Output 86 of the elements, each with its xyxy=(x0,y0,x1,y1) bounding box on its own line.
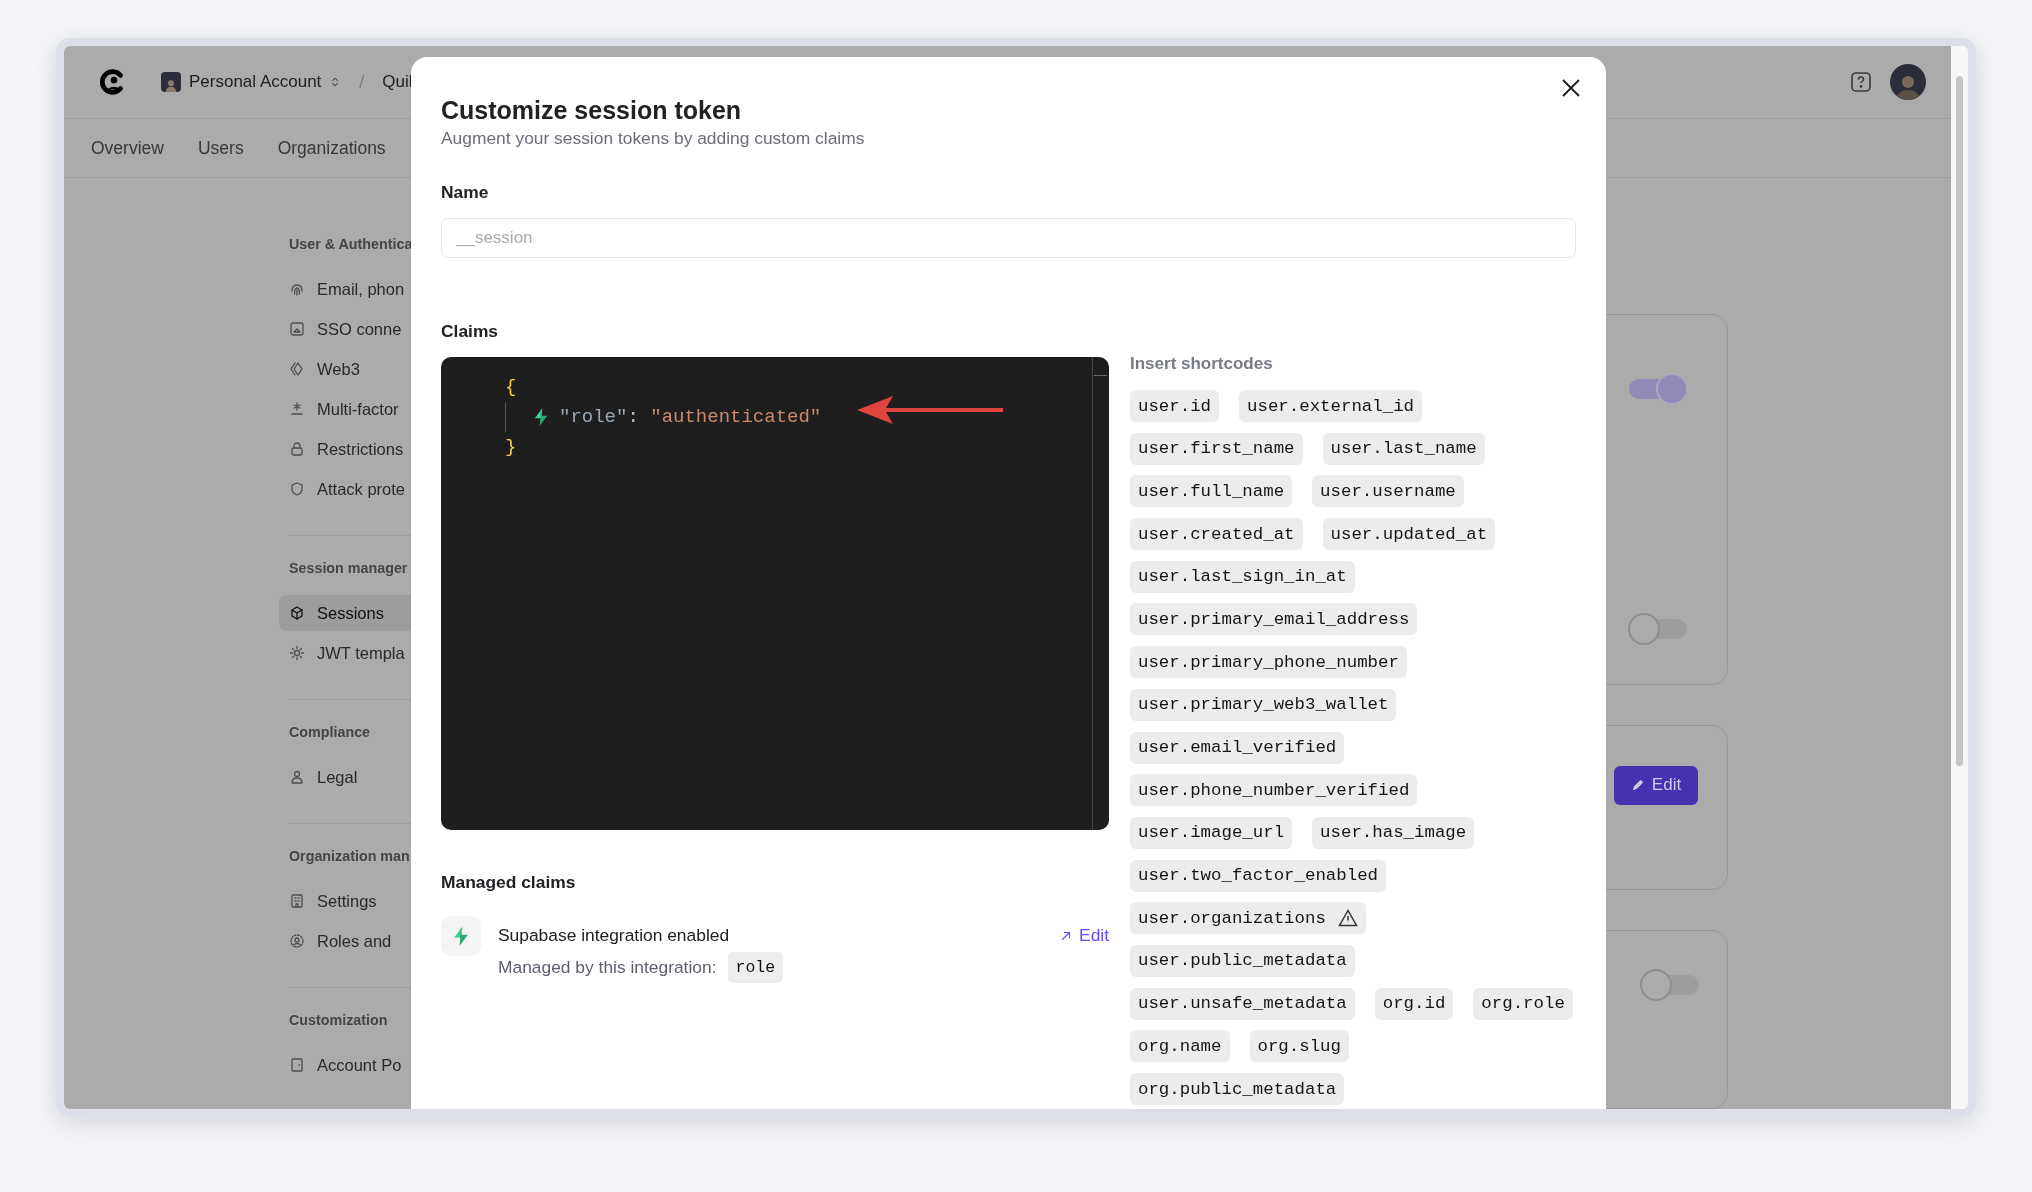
close-icon[interactable] xyxy=(1560,77,1582,99)
shortcode-chip[interactable]: user.primary_phone_number xyxy=(1130,646,1407,679)
shortcode-chip[interactable]: user.has_image xyxy=(1312,816,1475,849)
shortcode-chip[interactable]: org.id xyxy=(1374,987,1454,1020)
sidebar-item[interactable]: Account Po xyxy=(279,1047,411,1083)
pencil-icon xyxy=(1630,778,1645,793)
shortcode-chip[interactable]: user.phone_number_verified xyxy=(1130,774,1418,807)
person-icon xyxy=(289,769,305,785)
field-label: Claims xyxy=(441,320,500,343)
shortcode-chip[interactable]: user.username xyxy=(1312,475,1464,508)
diamond-icon xyxy=(289,361,305,377)
lock-icon xyxy=(289,441,305,457)
section-heading: Insert shortcodes xyxy=(1130,353,1274,375)
sidebar-item[interactable]: Roles and xyxy=(279,923,411,959)
shield-icon xyxy=(289,481,305,497)
shortcode-chip[interactable]: org.public_metadata xyxy=(1130,1073,1345,1105)
code-line: { xyxy=(505,376,517,398)
dialog-subtitle: Augment your session tokens by adding custom claims xyxy=(441,127,866,150)
shortcode-chip[interactable]: user.full_name xyxy=(1130,475,1293,508)
cube-icon xyxy=(289,605,305,621)
dialog-title: Customize session token xyxy=(441,95,743,126)
account-switcher[interactable]: Personal Account xyxy=(161,72,342,92)
sidebar-item[interactable]: Email, phon xyxy=(279,271,411,307)
shortcode-chip[interactable]: user.id xyxy=(1130,390,1220,422)
shortcode-chip[interactable]: user.two_factor_enabled xyxy=(1130,859,1387,892)
shortcode-chip[interactable]: user.primary_email_address xyxy=(1130,603,1418,636)
window-icon xyxy=(289,321,305,337)
section-title: Customization xyxy=(289,1011,389,1030)
help-icon[interactable] xyxy=(1850,71,1872,93)
avatar xyxy=(161,72,181,92)
toggle-switch[interactable] xyxy=(1628,373,1688,405)
edit-link[interactable]: Edit xyxy=(1059,925,1109,946)
nav-tab[interactable]: Overview xyxy=(91,137,164,159)
section-heading: Managed claims xyxy=(441,871,577,894)
breadcrumb-separator: / xyxy=(359,71,365,93)
code-editor[interactable]: { "role": "authenticated" } xyxy=(441,357,1109,830)
toggle-switch[interactable] xyxy=(1628,613,1688,645)
sidebar-item[interactable]: Restrictions xyxy=(279,431,411,467)
shortcode-chip[interactable]: user.last_name xyxy=(1322,432,1485,465)
asterisk-icon xyxy=(289,401,305,417)
sidebar-item[interactable]: Settings xyxy=(279,883,411,919)
sidebar-item[interactable]: Web3 xyxy=(279,351,411,387)
building-icon xyxy=(289,893,305,909)
shortcode-chip[interactable]: user.image_url xyxy=(1130,816,1293,849)
scrollbar-thumb[interactable] xyxy=(1956,76,1963,766)
shortcode-chip[interactable]: org.name xyxy=(1130,1030,1230,1063)
edit-button[interactable]: Edit xyxy=(1614,765,1698,805)
sidebar-item[interactable]: JWT templa xyxy=(279,635,411,671)
integration-name: Supabase integration enabled xyxy=(498,925,730,946)
shortcode-chip[interactable]: org.slug xyxy=(1249,1030,1349,1063)
code-line: } xyxy=(505,436,517,458)
shortcode-chip[interactable]: user.external_id xyxy=(1239,390,1423,422)
section-title: Organization man xyxy=(289,847,411,866)
toggle-switch[interactable] xyxy=(1640,968,1700,1001)
warning-icon xyxy=(1337,909,1358,928)
breadcrumb-link[interactable]: Quil xyxy=(382,72,413,92)
name-field[interactable]: __session xyxy=(441,218,1576,258)
sidebar-item[interactable]: Attack prote xyxy=(279,471,411,507)
sidebar-item[interactable]: Multi-factor xyxy=(279,391,411,427)
shortcode-chip[interactable]: user.primary_web3_wallet xyxy=(1130,688,1397,721)
shortcode-chip[interactable]: user.public_metadata xyxy=(1130,944,1355,977)
shortcode-chip[interactable]: user.last_sign_in_at xyxy=(1130,560,1355,593)
fingerprint-icon xyxy=(289,281,305,297)
sidebar-item[interactable]: Legal xyxy=(279,759,411,795)
shortcode-chip[interactable]: user.unsafe_metadata xyxy=(1130,987,1355,1020)
shortcode-chip[interactable]: user.organizations xyxy=(1130,902,1366,935)
section-title: Session manager xyxy=(289,559,409,578)
section-title: User & Authentica xyxy=(289,235,411,254)
sidebar-item[interactable]: SSO conne xyxy=(279,311,411,347)
code-line: "role": "authenticated" xyxy=(559,406,822,428)
shortcode-chip[interactable]: user.email_verified xyxy=(1130,731,1345,764)
claim-tag: role xyxy=(727,952,784,983)
nav-tab[interactable]: Users xyxy=(197,137,244,159)
user-circle-icon xyxy=(289,933,305,949)
shortcode-chip[interactable]: user.first_name xyxy=(1130,432,1303,465)
section-title: Compliance xyxy=(289,723,372,742)
sidebar-item[interactable]: Sessions xyxy=(279,595,411,631)
avatar[interactable] xyxy=(1890,64,1926,100)
field-label: Name xyxy=(441,181,490,204)
bolt-icon xyxy=(441,916,481,956)
managed-by-text: Managed by this integration: xyxy=(498,957,717,978)
door-icon xyxy=(289,1057,305,1073)
shortcode-chip[interactable]: user.updated_at xyxy=(1322,518,1496,551)
nav-tab[interactable]: Organizations xyxy=(277,137,386,159)
shortcode-chip[interactable]: org.role xyxy=(1473,987,1573,1020)
shortcode-chip[interactable]: user.created_at xyxy=(1130,518,1303,551)
